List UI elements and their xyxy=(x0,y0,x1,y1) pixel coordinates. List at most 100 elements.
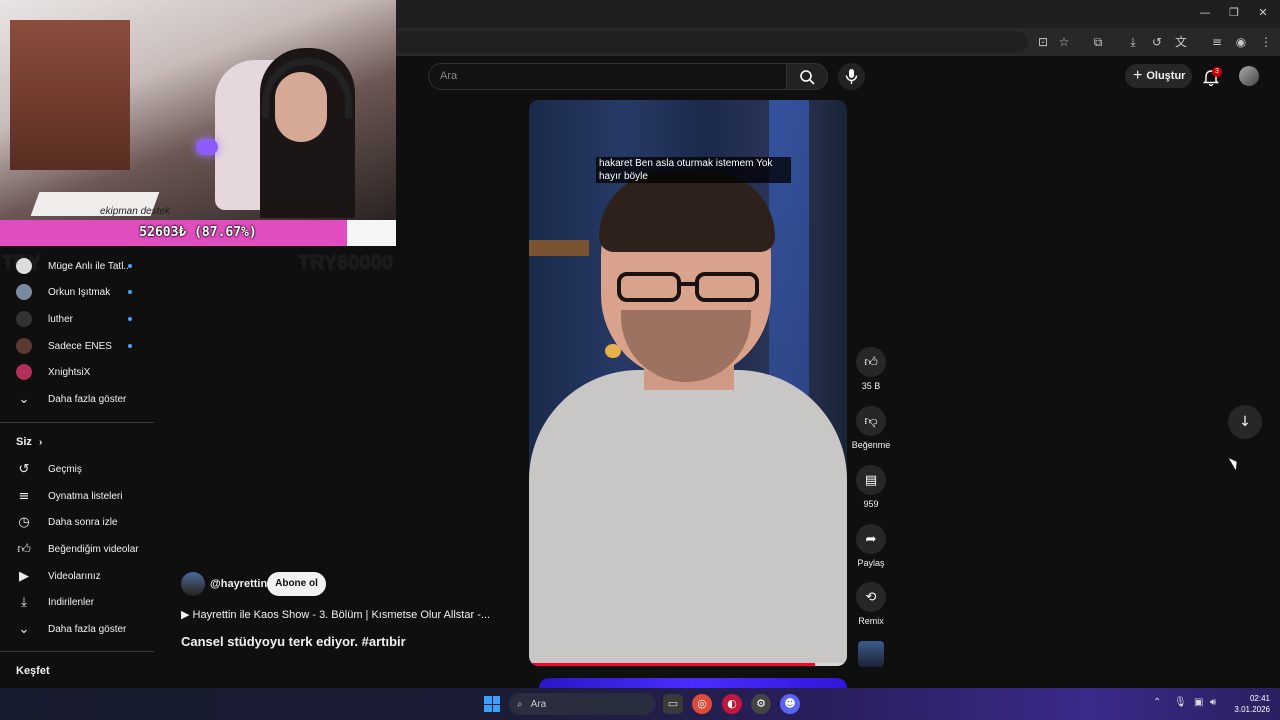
search-icon: ⌕ xyxy=(517,698,523,710)
subscription-label: XnightsiX xyxy=(48,366,91,378)
donation-goal-text: 52603₺ (87.67%) xyxy=(139,225,257,240)
video-lapel-mic xyxy=(605,344,621,358)
remix-label: Remix xyxy=(858,616,884,626)
restore-icon[interactable]: ❐ xyxy=(1224,6,1244,22)
caption-line: hayır böyle xyxy=(599,171,648,182)
sidebar-item-playlists[interactable]: ≡ Oynatma listeleri xyxy=(0,483,154,509)
subscription-item[interactable]: Sadece ENES xyxy=(0,333,154,359)
video-shelf xyxy=(529,240,589,256)
sidebar-item-watch-later[interactable]: ◷ Daha sonra izle xyxy=(0,509,154,535)
account-avatar[interactable] xyxy=(1239,66,1259,86)
short-video-player[interactable]: hakaret Ben asla oturmak istemem Yok hay… xyxy=(529,100,847,666)
search-button[interactable] xyxy=(786,63,828,90)
address-bar[interactable] xyxy=(396,31,1028,53)
search-input[interactable] xyxy=(428,63,786,90)
profile-icon[interactable]: ◉ xyxy=(1233,34,1249,50)
clock-time[interactable]: 02:41 xyxy=(1246,694,1270,703)
sound-thumbnail[interactable] xyxy=(858,641,884,667)
comment-count: 959 xyxy=(863,499,879,509)
video-caption: hakaret Ben asla oturmak istemem Yok hay… xyxy=(596,157,791,183)
translate-icon[interactable]: 文 xyxy=(1173,34,1189,50)
share-button[interactable]: ➦ Paylaş xyxy=(850,524,892,568)
media-controls-icon[interactable]: ≡ xyxy=(1209,34,1225,50)
search-icon xyxy=(800,70,815,85)
subscription-label: Müge Anlı ile Tatl... xyxy=(48,260,128,272)
search-placeholder: Ara xyxy=(440,70,458,82)
voice-search-button[interactable] xyxy=(838,63,865,90)
extensions-icon[interactable]: ⧉ xyxy=(1090,34,1106,50)
comment-icon: ▤ xyxy=(856,465,886,495)
show-more-label: Daha fazla göster xyxy=(48,623,127,635)
channel-avatar[interactable] xyxy=(181,572,205,596)
webcam-shelf xyxy=(10,20,130,170)
chevron-right-icon: › xyxy=(38,437,43,448)
thumbs-up-icon: 👍︎ xyxy=(856,347,886,377)
start-button[interactable] xyxy=(484,696,500,712)
sidebar-divider xyxy=(0,422,154,423)
install-app-icon[interactable]: ⊡ xyxy=(1035,34,1051,50)
show-more-you[interactable]: ⌄ Daha fazla göster xyxy=(0,616,154,642)
close-icon[interactable]: ✕ xyxy=(1253,6,1273,22)
start-tile xyxy=(484,704,492,712)
steam-icon[interactable]: ⚙ xyxy=(751,694,771,714)
more-menu-icon[interactable]: ⋮ xyxy=(1258,34,1274,50)
browser-titlebar xyxy=(396,0,1280,28)
subscription-item[interactable]: Orkun Işıtmak xyxy=(0,279,154,305)
remix-button[interactable]: ⟲ Remix xyxy=(850,582,892,626)
subscription-item[interactable]: Müge Anlı ile Tatl... xyxy=(0,253,154,279)
downloads-icon[interactable]: ⤓ xyxy=(1125,34,1141,50)
linked-video-link[interactable]: ▶ Hayrettin ile Kaos Show - 3. Bölüm | K… xyxy=(181,608,490,621)
discord-icon[interactable]: ☻ xyxy=(780,694,800,714)
channel-name[interactable]: @hayrettin xyxy=(210,578,267,590)
sidebar-item-label: İndirilenler xyxy=(48,596,95,608)
video-person-glasses xyxy=(617,272,759,302)
microphone-icon xyxy=(845,69,858,84)
mouse-cursor xyxy=(1228,455,1241,471)
clock-date[interactable]: 3.01.2026 xyxy=(1230,705,1270,714)
subscription-label: luther xyxy=(48,313,74,325)
chrome-icon[interactable]: ◎ xyxy=(692,694,712,714)
your-videos-icon: ▶ xyxy=(19,568,29,584)
you-section-header[interactable]: Siz › xyxy=(16,436,42,448)
app-icon[interactable]: ◐ xyxy=(722,694,742,714)
create-label: Oluştur xyxy=(1146,70,1186,82)
webcam-caption: ekipman destek xyxy=(100,206,171,217)
next-short-button[interactable]: ↓ xyxy=(1228,405,1262,439)
playlists-icon: ≡ xyxy=(18,488,30,504)
you-header-label: Siz xyxy=(16,436,32,448)
like-button[interactable]: 👍︎ 35 B xyxy=(850,347,892,391)
notification-badge: 3 xyxy=(1212,67,1222,77)
like-icon: 👍︎ xyxy=(17,541,31,557)
arrow-down-icon: ↓ xyxy=(1239,414,1251,430)
show-more-label: Daha fazla göster xyxy=(48,393,127,405)
comments-button[interactable]: ▤ 959 xyxy=(850,465,892,509)
history-toolbar-icon[interactable]: ↺ xyxy=(1149,34,1165,50)
channel-avatar xyxy=(16,364,32,380)
thumbs-down-icon: 👎︎ xyxy=(856,406,886,436)
sidebar-item-history[interactable]: ↺ Geçmiş xyxy=(0,456,154,482)
subscription-item[interactable]: XnightsiX xyxy=(0,359,154,385)
sidebar-item-your-videos[interactable]: ▶ Videolarınız xyxy=(0,563,154,589)
channel-avatar xyxy=(16,311,32,327)
tray-mic-icon[interactable]: 🎙︎ xyxy=(1174,697,1187,708)
subscription-item[interactable]: luther xyxy=(0,306,154,332)
create-button[interactable]: + Oluştur xyxy=(1125,64,1192,88)
sidebar-item-liked-videos[interactable]: 👍︎ Beğendiğim videolar xyxy=(0,536,154,562)
bookmark-star-icon[interactable]: ☆ xyxy=(1056,34,1072,50)
tray-network-icon[interactable]: ▣ xyxy=(1194,697,1203,708)
sidebar-divider xyxy=(0,651,154,652)
sidebar-item-label: Beğendiğim videolar xyxy=(48,543,139,555)
sidebar-item-label: Videolarınız xyxy=(48,570,101,582)
sidebar-item-downloads[interactable]: ⤓ İndirilenler xyxy=(0,589,154,615)
minimize-icon[interactable]: — xyxy=(1195,6,1215,22)
subscribe-button[interactable]: Abone ol xyxy=(267,572,326,596)
show-more-subscriptions[interactable]: ⌄ Daha fazla göster xyxy=(0,386,154,412)
tray-overflow-icon[interactable]: ⌃ xyxy=(1153,697,1161,708)
caption-line: hakaret Ben asla oturmak istemem Yok xyxy=(599,158,773,169)
remix-icon: ⟲ xyxy=(856,582,886,612)
short-title: Cansel stüdyoyu terk ediyor. #artıbir xyxy=(181,634,406,649)
tray-volume-icon[interactable]: 🔊︎ xyxy=(1210,697,1216,708)
taskbar-search[interactable]: ⌕ Ara xyxy=(509,693,655,715)
dislike-button[interactable]: 👎︎ Beğenme xyxy=(850,406,892,450)
task-view-icon[interactable]: ▭ xyxy=(663,694,683,714)
